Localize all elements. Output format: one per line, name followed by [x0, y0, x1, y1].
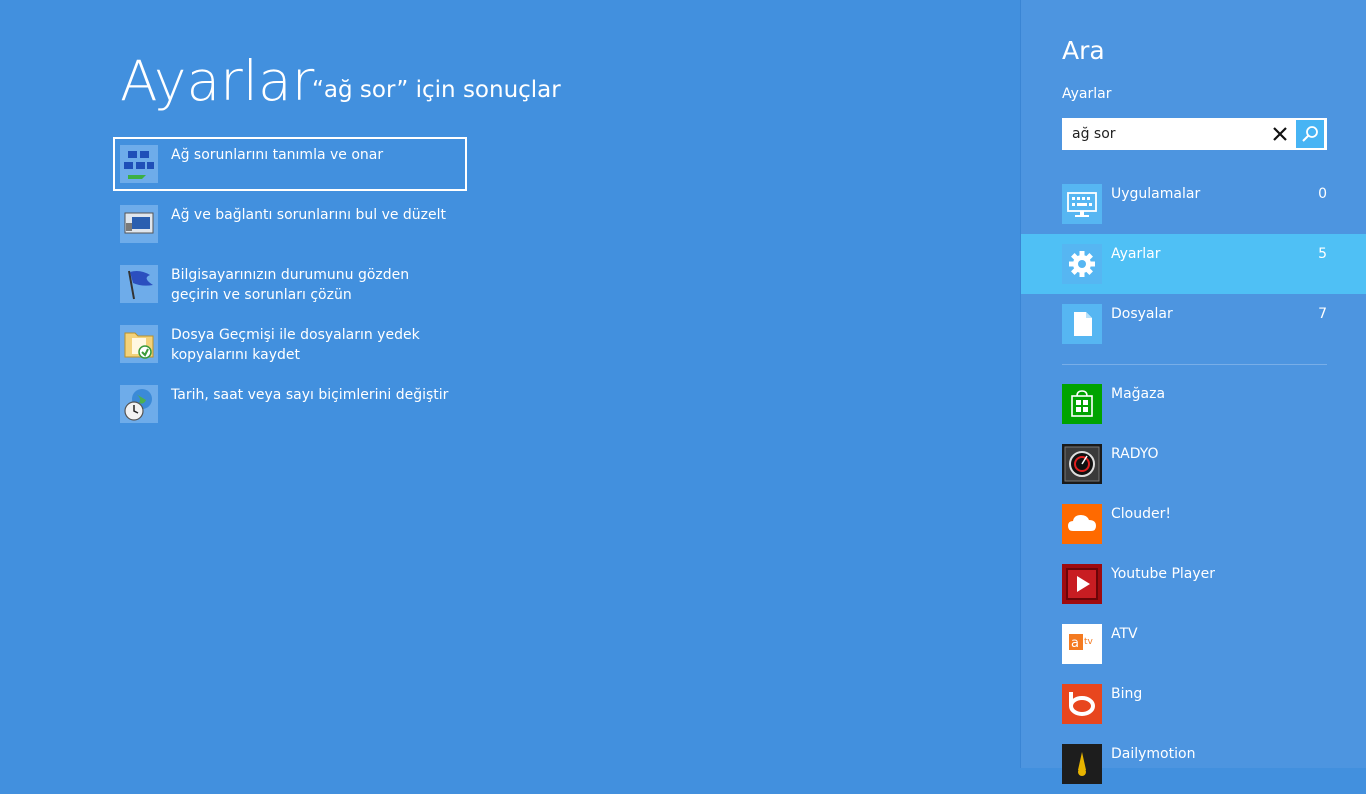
result-label: Ağ sorunlarını tanımla ve onar	[171, 147, 384, 163]
app-label: Youtube Player	[1111, 566, 1216, 582]
app-label: Bing	[1111, 686, 1143, 702]
app-label: Mağaza	[1111, 386, 1166, 402]
search-input[interactable]	[1062, 118, 1262, 150]
result-label: Dosya Geçmişi ile dosyaların yedek kopya…	[171, 327, 420, 363]
document-icon	[1062, 304, 1102, 344]
search-button[interactable]	[1296, 120, 1324, 148]
category-apps[interactable]: Uygulamalar 0	[1021, 174, 1366, 234]
app-label: ATV	[1111, 626, 1138, 642]
app-label: Clouder!	[1111, 506, 1171, 522]
bing-icon	[1062, 684, 1102, 724]
result-item[interactable]: Dosya Geçmişi ile dosyaların yedek kopya…	[113, 317, 467, 377]
search-box	[1062, 118, 1327, 150]
app-label: Dailymotion	[1111, 746, 1196, 762]
dailymotion-icon	[1062, 744, 1102, 784]
category-label: Dosyalar	[1111, 306, 1173, 322]
page-title: Ayarlar	[120, 49, 315, 113]
computer-network-icon	[120, 205, 158, 243]
atv-logo-icon: a tv	[1062, 624, 1102, 664]
result-item[interactable]: Ağ sorunlarını tanımla ve onar	[113, 137, 467, 191]
result-label: Tarih, saat veya sayı biçimlerini değişt…	[171, 387, 449, 403]
category-count: 7	[1318, 306, 1327, 322]
app-label: RADYO	[1111, 446, 1159, 462]
result-item[interactable]: Tarih, saat veya sayı biçimlerini değişt…	[113, 377, 467, 437]
app-item-radio[interactable]: RADYO	[1021, 434, 1366, 494]
clear-search-button[interactable]	[1266, 120, 1294, 148]
search-pane: Ara Ayarlar Uygulamalar 0	[1020, 0, 1366, 784]
svg-text:a: a	[1071, 636, 1079, 651]
radio-icon	[1062, 444, 1102, 484]
folder-history-icon	[120, 325, 158, 363]
result-label: Ağ ve bağlantı sorunlarını bul ve düzelt	[171, 207, 447, 223]
category-count: 5	[1318, 246, 1327, 262]
app-item-bing[interactable]: Bing	[1021, 674, 1366, 734]
category-label: Ayarlar	[1111, 246, 1161, 262]
network-troubleshoot-icon	[120, 145, 158, 183]
gear-icon	[1062, 244, 1102, 284]
result-item[interactable]: Ağ ve bağlantı sorunlarını bul ve düzelt	[113, 197, 467, 257]
search-scope-label: Ayarlar	[1062, 86, 1112, 102]
category-settings[interactable]: Ayarlar 5	[1021, 234, 1366, 294]
monitor-keyboard-icon	[1062, 184, 1102, 224]
app-item-clouder[interactable]: Clouder!	[1021, 494, 1366, 554]
close-icon	[1273, 127, 1287, 141]
category-count: 0	[1318, 186, 1327, 202]
cloud-icon	[1062, 504, 1102, 544]
results-area: Ayarlar “ağ sor” için sonuçlar Ağ sorunl…	[0, 0, 1020, 768]
divider	[1062, 364, 1327, 365]
store-icon	[1062, 384, 1102, 424]
app-item-atv[interactable]: a tv ATV	[1021, 614, 1366, 674]
app-item-dailymotion[interactable]: Dailymotion	[1021, 734, 1366, 794]
app-item-youtube-player[interactable]: Youtube Player	[1021, 554, 1366, 614]
app-item-store[interactable]: Mağaza	[1021, 374, 1366, 434]
query-heading: “ağ sor” için sonuçlar	[312, 77, 561, 103]
results-list: Ağ sorunlarını tanımla ve onar Ağ ve bağ…	[113, 137, 473, 437]
play-icon	[1062, 564, 1102, 604]
result-label: Bilgisayarınızın durumunu gözden geçirin…	[171, 267, 410, 303]
search-icon	[1302, 126, 1318, 142]
svg-text:tv: tv	[1084, 637, 1094, 647]
globe-clock-icon	[120, 385, 158, 423]
flag-icon	[120, 265, 158, 303]
category-label: Uygulamalar	[1111, 186, 1201, 202]
pane-title: Ara	[1062, 36, 1105, 65]
category-files[interactable]: Dosyalar 7	[1021, 294, 1366, 354]
result-item[interactable]: Bilgisayarınızın durumunu gözden geçirin…	[113, 257, 467, 317]
